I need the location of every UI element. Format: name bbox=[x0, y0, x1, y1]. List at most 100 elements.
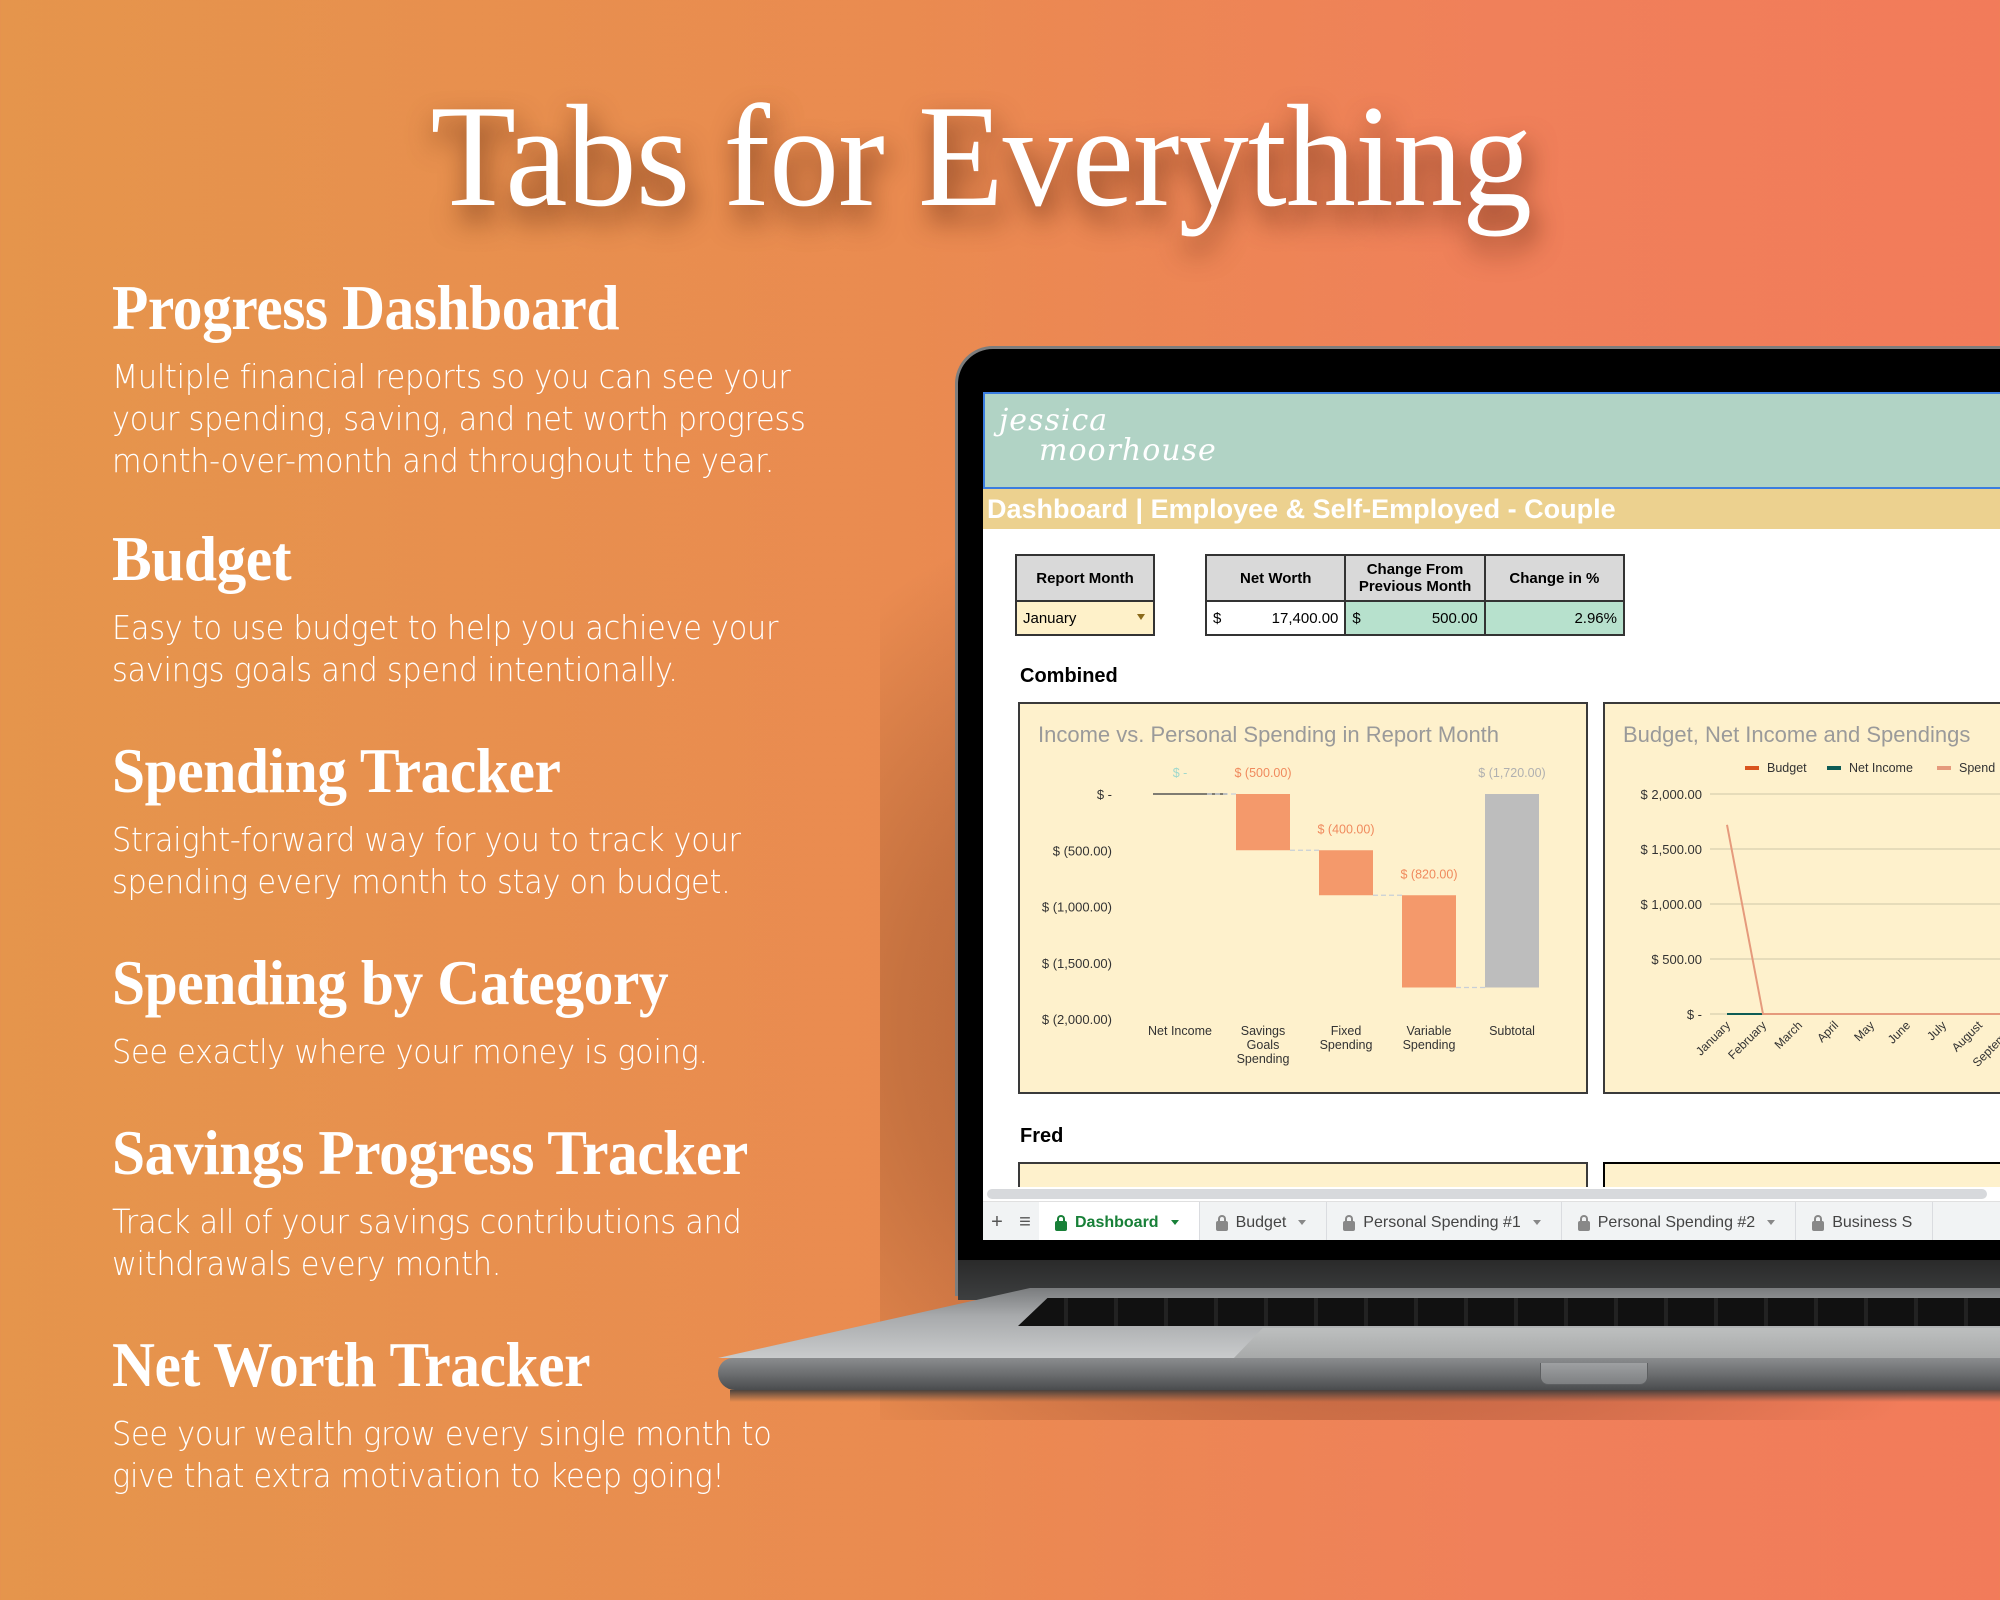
laptop-notch bbox=[1540, 1363, 1648, 1385]
feature-title: Net Worth Tracker bbox=[112, 1329, 591, 1400]
legend-label: Budget bbox=[1767, 761, 1807, 775]
feature-progress-dashboard: Progress Dashboard Multiple financial re… bbox=[112, 272, 866, 482]
feature-description: Multiple financial reports so you can se… bbox=[112, 357, 806, 480]
legend-swatch bbox=[1937, 766, 1951, 770]
x-tick-label: Spending bbox=[1403, 1038, 1456, 1052]
feature-description: See your wealth grow every single month … bbox=[112, 1414, 772, 1495]
lock-icon bbox=[1812, 1214, 1825, 1231]
waterfall-chart[interactable]: Income vs. Personal Spending in Report M… bbox=[1018, 702, 1588, 1094]
change-pct-cell[interactable]: 2.96% bbox=[1483, 600, 1626, 636]
waterfall-bar bbox=[1319, 850, 1373, 896]
legend-label: Spend bbox=[1959, 761, 1995, 775]
x-tick-label: Variable bbox=[1407, 1024, 1452, 1038]
data-label: $ (820.00) bbox=[1401, 867, 1458, 881]
data-label: $ (400.00) bbox=[1318, 822, 1375, 836]
net-worth-header: Net Worth bbox=[1204, 554, 1347, 602]
feature-title: Progress Dashboard bbox=[112, 272, 619, 343]
sheet-tab-dashboard[interactable]: Dashboard bbox=[1039, 1202, 1200, 1240]
laptop-front-edge bbox=[718, 1358, 2000, 1390]
feature-description: Track all of your savings contributions … bbox=[112, 1202, 742, 1283]
brand-logo: jessica moorhouse bbox=[999, 403, 1217, 468]
sheet-tab-bar: + ≡ Dashboard Budget Personal Spending #1 P… bbox=[983, 1201, 2000, 1240]
laptop-underside bbox=[730, 1390, 2000, 1402]
dropdown-arrow-icon[interactable] bbox=[1137, 614, 1145, 620]
waterfall-svg: $ - $ (500.00) $ (1,000.00) $ (1,500.00) $ (… bbox=[1042, 766, 1546, 1066]
line-chart-svg: $ - $ 500.00 $ 1,000.00 $ 1,500.00 $ 2,000.0… bbox=[1641, 761, 2000, 1070]
feature-description: Easy to use budget to help you achieve y… bbox=[112, 608, 779, 689]
y-tick-label: $ (500.00) bbox=[1053, 843, 1112, 858]
tab-label: Dashboard bbox=[1075, 1213, 1159, 1231]
tab-menu-caret-icon[interactable] bbox=[1298, 1220, 1307, 1225]
data-label: $ - bbox=[1173, 766, 1188, 780]
x-tick-label: Net Income bbox=[1148, 1024, 1212, 1038]
legend-swatch bbox=[1827, 766, 1841, 770]
report-month-table: Report Month January bbox=[1015, 554, 1155, 636]
spreadsheet-screen: jessica moorhouse Dashboard | Employee &… bbox=[983, 392, 2000, 1240]
y-tick-label: $ - bbox=[1687, 1007, 1702, 1022]
y-tick-label: $ - bbox=[1097, 787, 1112, 802]
data-label: $ (1,720.00) bbox=[1478, 766, 1545, 780]
all-sheets-button[interactable]: ≡ bbox=[1011, 1202, 1039, 1240]
tab-menu-caret-icon[interactable] bbox=[1170, 1220, 1179, 1225]
x-tick-label: Spending bbox=[1237, 1052, 1290, 1066]
change-cell[interactable]: $500.00 bbox=[1344, 600, 1486, 636]
sheet-tab-personal-spending-1[interactable]: Personal Spending #1 bbox=[1327, 1202, 1562, 1240]
tab-label: Business S bbox=[1832, 1213, 1913, 1231]
logo-header: jessica moorhouse bbox=[983, 392, 2000, 489]
change-header: Change From Previous Month bbox=[1344, 554, 1486, 602]
add-sheet-button[interactable]: + bbox=[983, 1202, 1011, 1240]
y-tick-label: $ (2,000.00) bbox=[1042, 1012, 1112, 1027]
section-combined: Combined bbox=[1020, 665, 1118, 687]
report-month-select[interactable]: January bbox=[1015, 600, 1155, 636]
feature-spending-by-category: Spending by Category See exactly where y… bbox=[112, 947, 760, 1073]
sheet-tab-business-s[interactable]: Business S bbox=[1796, 1202, 1934, 1240]
legend-label: Net Income bbox=[1849, 761, 1913, 775]
x-tick-label: March bbox=[1772, 1018, 1805, 1051]
lock-icon bbox=[1055, 1214, 1067, 1231]
series-line-spending bbox=[1726, 824, 2000, 1015]
x-tick-label: Goals bbox=[1247, 1038, 1280, 1052]
tab-label: Personal Spending #1 bbox=[1363, 1213, 1521, 1231]
tab-label: Personal Spending #2 bbox=[1597, 1213, 1756, 1231]
tab-menu-caret-icon[interactable] bbox=[1532, 1220, 1541, 1225]
sheet-tab-personal-spending-2[interactable]: Personal Spending #2 bbox=[1562, 1202, 1797, 1240]
scrollbar-thumb[interactable] bbox=[987, 1189, 1987, 1199]
lock-icon bbox=[1577, 1214, 1590, 1231]
x-tick-label: February bbox=[1725, 1018, 1769, 1062]
change-pct-header: Change in % bbox=[1483, 554, 1626, 602]
section-fred: Fred bbox=[1020, 1125, 1064, 1147]
waterfall-bar bbox=[1485, 794, 1539, 988]
report-month-header: Report Month bbox=[1015, 554, 1155, 602]
x-tick-label: June bbox=[1885, 1018, 1914, 1047]
sheet-tab-budget[interactable]: Budget bbox=[1200, 1202, 1328, 1240]
line-chart[interactable]: Budget, Net Income and Spendings $ - $ 50… bbox=[1603, 702, 2000, 1094]
tab-menu-caret-icon[interactable] bbox=[1767, 1220, 1776, 1225]
legend-swatch bbox=[1745, 766, 1759, 770]
x-tick-label: Savings bbox=[1241, 1024, 1285, 1038]
feature-title: Spending Tracker bbox=[112, 735, 561, 806]
feature-net-worth-tracker: Net Worth Tracker See your wealth grow e… bbox=[112, 1329, 829, 1497]
x-tick-label: Fixed bbox=[1331, 1024, 1362, 1038]
feature-spending-tracker: Spending Tracker Straight-forward way fo… bbox=[112, 735, 795, 903]
waterfall-bar bbox=[1236, 794, 1290, 851]
net-worth-cell[interactable]: $17,400.00 bbox=[1204, 600, 1347, 636]
laptop-trackpad bbox=[1232, 1328, 2000, 1360]
feature-savings-progress-tracker: Savings Progress Tracker Track all of yo… bbox=[112, 1117, 796, 1285]
y-tick-label: $ (1,500.00) bbox=[1042, 956, 1112, 971]
x-tick-label: Spending bbox=[1320, 1038, 1373, 1052]
feature-title: Budget bbox=[112, 523, 292, 594]
dashboard-title: Dashboard | Employee & Self-Employed - C… bbox=[983, 489, 2000, 529]
y-tick-label: $ (1,000.00) bbox=[1042, 900, 1112, 915]
x-tick-label: July bbox=[1924, 1018, 1949, 1043]
net-worth-table: Net Worth Change From Previous Month Cha… bbox=[1204, 554, 1626, 636]
lock-icon bbox=[1343, 1214, 1356, 1231]
horizontal-scrollbar[interactable] bbox=[983, 1187, 2000, 1201]
y-tick-label: $ 2,000.00 bbox=[1641, 787, 1702, 802]
feature-description: See exactly where your money is going. bbox=[112, 1032, 708, 1071]
y-tick-label: $ 1,500.00 bbox=[1641, 842, 1702, 857]
x-tick-label: Subtotal bbox=[1489, 1024, 1535, 1038]
x-tick-label: April bbox=[1814, 1018, 1841, 1045]
headline: Tabs for Everything bbox=[430, 75, 1532, 237]
laptop-keyboard bbox=[1018, 1298, 2000, 1326]
feature-title: Savings Progress Tracker bbox=[112, 1117, 748, 1188]
